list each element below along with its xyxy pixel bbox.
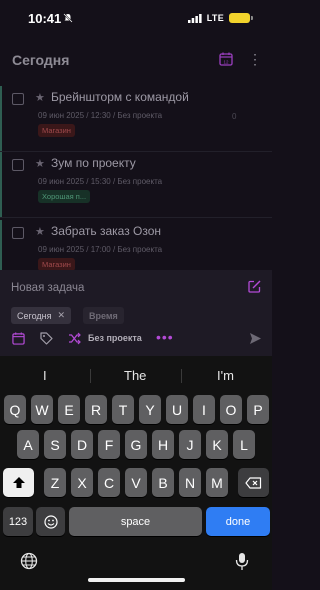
network-label: LTE bbox=[206, 13, 224, 23]
key-a[interactable]: A bbox=[17, 430, 39, 459]
task-accent bbox=[0, 86, 2, 152]
project-selector[interactable]: Без проекта bbox=[88, 333, 142, 343]
backspace-key[interactable] bbox=[238, 468, 269, 497]
globe-icon[interactable] bbox=[20, 552, 38, 570]
done-key[interactable]: done bbox=[206, 507, 270, 536]
task-item[interactable]: ★ Забрать заказ Озон 09 июн 2025 / 17:00… bbox=[0, 220, 272, 270]
key-m[interactable]: M bbox=[206, 468, 228, 497]
task-item[interactable]: ★ Брейншторм с командой 09 июн 2025 / 12… bbox=[0, 86, 272, 152]
suggestion-item[interactable]: I'm bbox=[217, 368, 234, 383]
star-icon[interactable]: ★ bbox=[35, 91, 45, 104]
status-bar: 10:41 LTE bbox=[0, 0, 272, 40]
emoji-key[interactable] bbox=[36, 507, 65, 536]
calendar-icon[interactable]: 12 bbox=[219, 52, 233, 66]
key-h[interactable]: H bbox=[152, 430, 174, 459]
key-q[interactable]: Q bbox=[4, 395, 26, 424]
kebab-icon[interactable]: ⋮ bbox=[248, 52, 262, 66]
chip-today-label: Сегодня bbox=[17, 310, 52, 321]
new-task-panel: Новая задача Сегодня ✕ Время Без проекта… bbox=[0, 270, 272, 356]
divider bbox=[90, 369, 91, 383]
home-indicator[interactable] bbox=[88, 578, 185, 582]
key-b[interactable]: B bbox=[152, 468, 174, 497]
keyboard: I The I'm Q W E R T Y U I O P A S D F G … bbox=[0, 356, 272, 590]
task-tag: Магазин bbox=[38, 258, 75, 270]
space-key[interactable]: space bbox=[69, 507, 202, 536]
battery-icon bbox=[229, 13, 253, 23]
task-title: Брейншторм с командой bbox=[51, 90, 189, 104]
mic-icon[interactable] bbox=[235, 552, 249, 571]
calendar-icon[interactable] bbox=[12, 332, 25, 345]
new-task-input[interactable]: Новая задача bbox=[11, 282, 84, 294]
chip-time[interactable]: Время bbox=[83, 307, 124, 324]
edit-icon[interactable] bbox=[248, 280, 261, 293]
task-checkbox[interactable] bbox=[12, 93, 24, 105]
shift-icon bbox=[12, 477, 25, 488]
key-x[interactable]: X bbox=[71, 468, 93, 497]
shift-key[interactable] bbox=[3, 468, 34, 497]
backspace-icon bbox=[245, 476, 262, 489]
task-meta: 09 июн 2025 / 12:30 / Без проекта bbox=[38, 111, 163, 120]
numbers-key[interactable]: 123 bbox=[3, 507, 33, 536]
page-title: Сегодня bbox=[12, 52, 70, 68]
key-i[interactable]: I bbox=[193, 395, 215, 424]
key-u[interactable]: U bbox=[166, 395, 188, 424]
suggestion-item[interactable]: I bbox=[43, 368, 47, 383]
task-checkbox[interactable] bbox=[12, 227, 24, 239]
key-t[interactable]: T bbox=[112, 395, 134, 424]
key-l[interactable]: L bbox=[233, 430, 255, 459]
key-k[interactable]: K bbox=[206, 430, 228, 459]
key-o[interactable]: O bbox=[220, 395, 242, 424]
bell-slash-icon bbox=[63, 13, 73, 23]
task-tag: Магазин bbox=[38, 124, 75, 137]
divider bbox=[181, 369, 182, 383]
key-s[interactable]: S bbox=[44, 430, 66, 459]
key-v[interactable]: V bbox=[125, 468, 147, 497]
signal-icon bbox=[187, 13, 202, 23]
task-accent bbox=[0, 152, 2, 218]
close-icon[interactable]: ✕ bbox=[58, 310, 66, 321]
task-checkbox[interactable] bbox=[12, 159, 24, 171]
key-z[interactable]: Z bbox=[44, 468, 66, 497]
key-d[interactable]: D bbox=[71, 430, 93, 459]
star-icon[interactable]: ★ bbox=[35, 157, 45, 170]
shuffle-icon[interactable] bbox=[68, 332, 81, 345]
star-icon[interactable]: ★ bbox=[35, 225, 45, 238]
task-accent bbox=[0, 220, 2, 270]
key-n[interactable]: N bbox=[179, 468, 201, 497]
task-meta: 09 июн 2025 / 15:30 / Без проекта bbox=[38, 177, 163, 186]
task-tag: Хорошая п... bbox=[38, 190, 91, 203]
key-g[interactable]: G bbox=[125, 430, 147, 459]
task-title: Зум по проекту bbox=[51, 156, 136, 170]
key-c[interactable]: C bbox=[98, 468, 120, 497]
task-count: 0 bbox=[232, 112, 237, 121]
more-icon[interactable]: ••• bbox=[156, 329, 174, 345]
task-item[interactable]: ★ Зум по проекту 09 июн 2025 / 15:30 / Б… bbox=[0, 152, 272, 218]
key-r[interactable]: R bbox=[85, 395, 107, 424]
tag-icon[interactable] bbox=[40, 332, 53, 345]
key-j[interactable]: J bbox=[179, 430, 201, 459]
emoji-icon bbox=[43, 514, 58, 529]
key-y[interactable]: Y bbox=[139, 395, 161, 424]
divider bbox=[0, 217, 272, 218]
key-p[interactable]: P bbox=[247, 395, 269, 424]
svg-text:12: 12 bbox=[223, 59, 229, 64]
suggestion-item[interactable]: The bbox=[124, 368, 146, 383]
status-time: 10:41 bbox=[28, 11, 62, 26]
task-meta: 09 июн 2025 / 17:00 / Без проекта bbox=[38, 245, 163, 254]
chip-today[interactable]: Сегодня ✕ bbox=[11, 307, 72, 324]
suggestion-bar: I The I'm bbox=[0, 356, 272, 394]
send-icon[interactable] bbox=[249, 332, 262, 345]
key-f[interactable]: F bbox=[98, 430, 120, 459]
key-e[interactable]: E bbox=[58, 395, 80, 424]
key-w[interactable]: W bbox=[31, 395, 53, 424]
status-indicators: LTE bbox=[187, 13, 253, 23]
task-title: Забрать заказ Озон bbox=[51, 224, 162, 238]
